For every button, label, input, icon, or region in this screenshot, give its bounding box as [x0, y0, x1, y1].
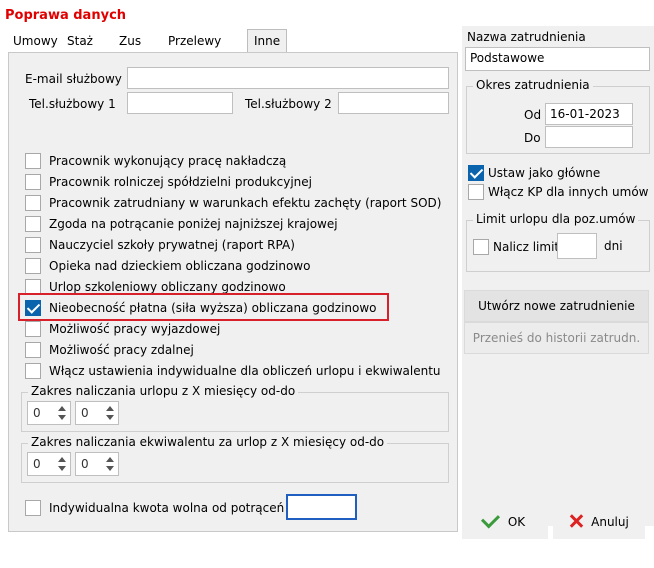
- spin-down-icon[interactable]: [58, 466, 66, 471]
- wlacz-kp-label: Włącz KP dla innych umów: [488, 185, 649, 199]
- checkbox-label: Pracownik zatrudniany w warunkach efektu…: [49, 196, 442, 210]
- tab-umowy[interactable]: Umowy: [7, 30, 64, 52]
- do-label: Do: [524, 131, 541, 145]
- ustaw-glowne-label: Ustaw jako główne: [488, 166, 601, 180]
- inne-tab-panel: E-mail służbowy Tel.służbowy 1 Tel.służb…: [8, 52, 458, 532]
- checkbox[interactable]: [25, 216, 41, 232]
- nalicz-limit-label: Nalicz limit: [493, 240, 560, 254]
- urlop-to-value: 0: [81, 406, 89, 420]
- ok-button[interactable]: OK: [462, 507, 548, 539]
- limit-urlopu-label: Limit urlopu dla poz.umów: [473, 212, 639, 226]
- checkbox[interactable]: [25, 500, 41, 516]
- kwota-wolna-label: Indywidualna kwota wolna od potrąceń: [49, 501, 285, 515]
- checkbox-label: Zgoda na potrącanie poniżej najniższej k…: [49, 217, 338, 231]
- checkbox[interactable]: [25, 321, 41, 337]
- checkbox-label: Włącz ustawienia indywidualne dla oblicz…: [49, 364, 441, 378]
- do-date-field[interactable]: [545, 126, 633, 148]
- ok-label: OK: [507, 515, 526, 529]
- email-label: E-mail służbowy: [25, 72, 122, 86]
- nalicz-limit-field[interactable]: [557, 233, 597, 259]
- przenies-historia-button[interactable]: Przenieś do historii zatrudn.: [464, 322, 649, 354]
- urlop-from-value: 0: [33, 406, 41, 420]
- checkbox[interactable]: [25, 153, 41, 169]
- checkbox-label: Pracownik rolniczej spółdzielni produkcy…: [49, 175, 312, 189]
- check-icon: [480, 509, 500, 529]
- urlop-to-stepper[interactable]: 0: [75, 401, 119, 425]
- kwota-wolna-field[interactable]: [286, 494, 357, 520]
- checkbox-label: Urlop szkoleniowy obliczany godzinowo: [49, 280, 286, 294]
- tel2-field[interactable]: [338, 92, 449, 114]
- spin-down-icon[interactable]: [58, 415, 66, 420]
- nazwa-zatrudnienia-field[interactable]: Podstawowe: [465, 47, 650, 71]
- utworz-zatrudnienie-button[interactable]: Utwórz nowe zatrudnienie: [464, 290, 649, 322]
- checkbox-label: Opieka nad dzieckiem obliczana godzinowo: [49, 259, 311, 273]
- tab-strip: Umowy Staż Zus Przelewy Inne: [5, 29, 455, 53]
- checkbox[interactable]: [25, 342, 41, 358]
- checkbox[interactable]: [25, 258, 41, 274]
- urlop-range-group: Zakres naliczania urlopu z X miesięcy od…: [21, 384, 449, 432]
- cancel-button[interactable]: Anuluj: [553, 507, 645, 539]
- checkbox-label: Pracownik wykonujący pracę nakładczą: [49, 154, 287, 168]
- checkbox-label: Możliwość pracy wyjazdowej: [49, 322, 221, 336]
- dni-label: dni: [604, 239, 623, 253]
- od-label: Od: [524, 108, 542, 122]
- tel2-label: Tel.służbowy 2: [245, 97, 332, 111]
- spin-up-icon[interactable]: [106, 406, 114, 411]
- tel1-label: Tel.służbowy 1: [29, 97, 116, 111]
- okres-zatrudnienia-group: Okres zatrudnienia Od 16-01-2023 Do: [466, 78, 650, 154]
- checkbox-checked[interactable]: [468, 165, 484, 181]
- nazwa-zatrudnienia-label: Nazwa zatrudnienia: [467, 30, 586, 44]
- checkbox-label: Nauczyciel szkoły prywatnej (raport RPA): [49, 238, 295, 252]
- spin-up-icon[interactable]: [58, 457, 66, 462]
- urlop-from-stepper[interactable]: 0: [27, 401, 71, 425]
- cancel-label: Anuluj: [591, 515, 629, 529]
- ekwiwalent-from-value: 0: [33, 457, 41, 471]
- window-title: Poprawa danych: [5, 8, 127, 23]
- checkbox[interactable]: [25, 363, 41, 379]
- tel1-field[interactable]: [127, 92, 233, 114]
- email-field[interactable]: [127, 67, 449, 89]
- od-date-field[interactable]: 16-01-2023: [545, 103, 633, 125]
- ekwiwalent-range-label: Zakres naliczania ekwiwalentu za urlop z…: [28, 435, 388, 449]
- checkbox[interactable]: [468, 184, 484, 200]
- highlight-frame: [18, 293, 389, 321]
- ekwiwalent-range-group: Zakres naliczania ekwiwalentu za urlop z…: [21, 435, 449, 483]
- spin-up-icon[interactable]: [58, 406, 66, 411]
- spin-up-icon[interactable]: [106, 457, 114, 462]
- tab-zus[interactable]: Zus: [113, 30, 147, 52]
- checkbox[interactable]: [25, 195, 41, 211]
- tab-przelewy[interactable]: Przelewy: [162, 30, 227, 52]
- okres-zatrudnienia-label: Okres zatrudnienia: [473, 78, 593, 92]
- urlop-range-label: Zakres naliczania urlopu z X miesięcy od…: [28, 384, 299, 398]
- limit-urlopu-group: Limit urlopu dla poz.umów Nalicz limit d…: [466, 212, 650, 272]
- spin-down-icon[interactable]: [106, 415, 114, 420]
- checkbox-label: Możliwość pracy zdalnej: [49, 343, 194, 357]
- ekwiwalent-to-value: 0: [81, 457, 89, 471]
- ekwiwalent-to-stepper[interactable]: 0: [75, 452, 119, 476]
- checkbox[interactable]: [25, 237, 41, 253]
- tab-inne[interactable]: Inne: [247, 29, 288, 53]
- spin-down-icon[interactable]: [106, 466, 114, 471]
- checkbox[interactable]: [25, 174, 41, 190]
- close-icon: [569, 514, 583, 528]
- tab-staz[interactable]: Staż: [61, 30, 99, 52]
- ekwiwalent-from-stepper[interactable]: 0: [27, 452, 71, 476]
- checkbox[interactable]: [473, 239, 489, 255]
